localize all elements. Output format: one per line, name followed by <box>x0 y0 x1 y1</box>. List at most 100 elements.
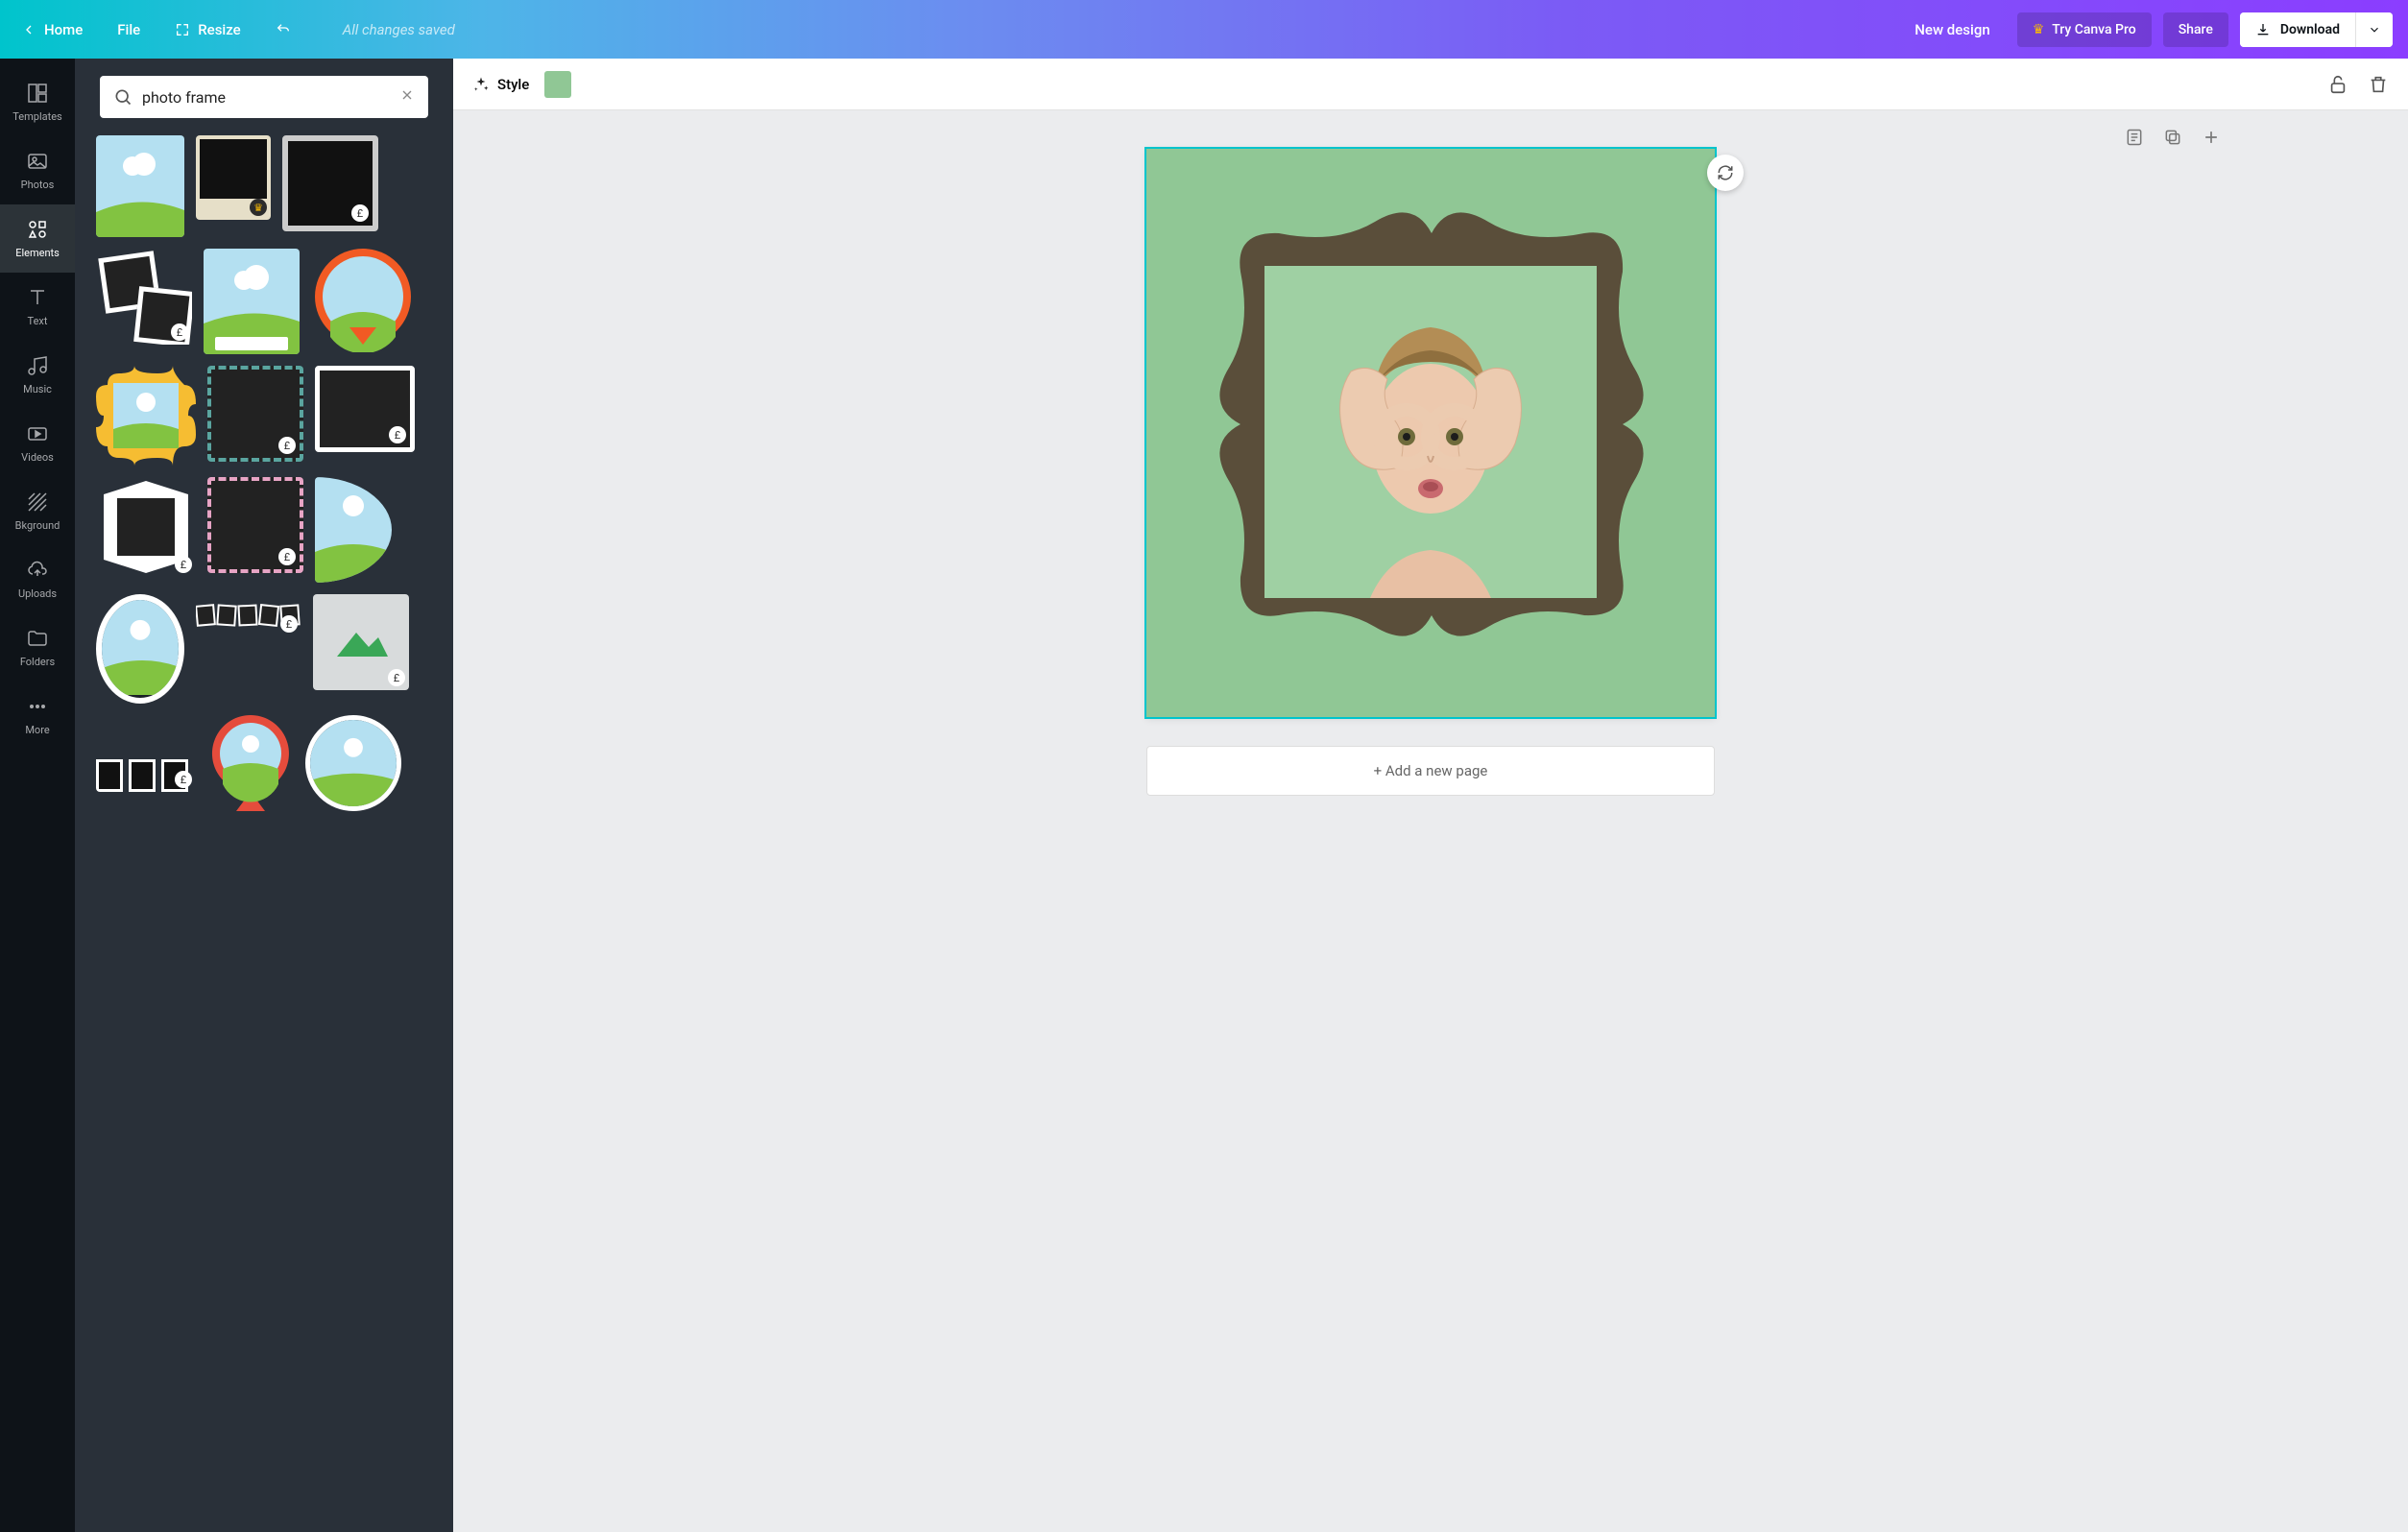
nav-elements[interactable]: Elements <box>0 204 75 273</box>
frame-polaroid[interactable]: ♛ <box>196 135 271 220</box>
price-badge: £ <box>351 204 369 222</box>
nav-templates[interactable]: Templates <box>0 68 75 136</box>
frame-tilted-polaroids[interactable]: £ <box>96 249 192 345</box>
frame-thick-border[interactable]: £ <box>282 135 378 231</box>
frame-thin-white-border[interactable]: £ <box>315 366 415 452</box>
bg-color-swatch[interactable] <box>544 71 571 98</box>
frame-caption-landscape[interactable] <box>204 249 300 354</box>
nav-label: Uploads <box>18 587 57 600</box>
clear-search-button[interactable] <box>399 87 415 108</box>
frame-oval-white[interactable] <box>96 594 184 704</box>
unlock-icon[interactable] <box>2327 74 2348 95</box>
elements-panel: ♛ £ £ £ £ £ £ <box>75 59 453 1532</box>
chevron-left-icon <box>21 22 36 37</box>
home-button[interactable]: Home <box>15 13 88 46</box>
frame-portrait-landscape[interactable] <box>96 135 184 237</box>
undo-icon <box>276 22 291 37</box>
share-button[interactable]: Share <box>2163 12 2228 47</box>
price-badge: £ <box>389 426 406 443</box>
download-label: Download <box>2280 22 2340 37</box>
nav-uploads[interactable]: Uploads <box>0 545 75 613</box>
frame-circle-tab[interactable] <box>305 715 401 811</box>
price-badge: £ <box>171 323 188 341</box>
header-right: New design ♛ Try Canva Pro Share Downloa… <box>1899 12 2393 48</box>
notes-icon[interactable] <box>2125 128 2144 147</box>
nav-rail: Templates Photos Elements Text Music Vid… <box>0 59 75 1532</box>
frame-white-geometric[interactable]: £ <box>96 477 196 577</box>
refresh-button[interactable] <box>1707 155 1744 191</box>
nav-label: Folders <box>20 656 55 668</box>
nav-label: Elements <box>15 247 60 259</box>
resize-icon <box>175 22 190 37</box>
add-page-label: + Add a new page <box>1374 762 1488 779</box>
nav-label: More <box>25 724 49 736</box>
trash-icon[interactable] <box>2368 74 2389 95</box>
style-label: Style <box>497 76 529 93</box>
save-status: All changes saved <box>343 21 455 38</box>
nav-music[interactable]: Music <box>0 341 75 409</box>
nav-label: Templates <box>12 110 61 123</box>
context-toolbar: Style <box>453 59 2408 110</box>
framed-photo[interactable] <box>1264 266 1597 598</box>
nav-folders[interactable]: Folders <box>0 613 75 682</box>
sparkle-icon <box>472 76 490 93</box>
new-design-button[interactable]: New design <box>1899 12 2005 48</box>
more-icon <box>26 695 49 718</box>
frame-circle-pointer-orange[interactable] <box>311 249 415 352</box>
frame-ornate-yellow[interactable] <box>96 366 196 466</box>
canvas-area: Style <box>453 59 2408 1532</box>
try-pro-button[interactable]: ♛ Try Canva Pro <box>2017 12 2152 47</box>
frame-map-pin-red[interactable] <box>207 715 294 815</box>
download-more-button[interactable] <box>2355 12 2393 47</box>
add-page-button[interactable]: + Add a new page <box>1146 746 1715 796</box>
nav-bkground[interactable]: Bkground <box>0 477 75 545</box>
search-wrap <box>75 59 453 130</box>
design-canvas[interactable] <box>1146 149 1715 717</box>
new-design-label: New design <box>1914 21 1989 38</box>
templates-icon <box>26 82 49 105</box>
nav-label: Text <box>28 315 48 327</box>
close-icon <box>399 87 415 103</box>
page-actions <box>2125 128 2221 147</box>
frame-hanging-picture[interactable]: £ <box>313 594 409 690</box>
frame-clothesline-polaroids[interactable]: £ <box>96 715 196 792</box>
file-label: File <box>117 21 140 38</box>
context-right <box>2327 74 2389 95</box>
nav-more[interactable]: More <box>0 682 75 750</box>
search-input[interactable] <box>142 88 390 107</box>
frame-polaroid-strip[interactable]: £ <box>196 594 301 636</box>
resize-button[interactable]: Resize <box>169 13 246 46</box>
crown-icon: ♛ <box>2033 22 2045 37</box>
nav-label: Bkground <box>15 519 60 532</box>
home-label: Home <box>44 21 83 38</box>
style-button[interactable]: Style <box>472 76 529 93</box>
nav-label: Photos <box>21 179 55 191</box>
file-menu[interactable]: File <box>111 13 146 46</box>
header-left: Home File Resize All changes saved <box>15 13 455 46</box>
nav-videos[interactable]: Videos <box>0 409 75 477</box>
nav-photos[interactable]: Photos <box>0 136 75 204</box>
price-badge: £ <box>278 437 296 454</box>
frame-half-circle[interactable] <box>315 477 392 583</box>
text-icon <box>26 286 49 309</box>
photos-icon <box>26 150 49 173</box>
frame-stamp-pink[interactable]: £ <box>207 477 303 573</box>
frame-stamp-teal[interactable]: £ <box>207 366 303 462</box>
nav-label: Music <box>23 383 52 395</box>
nav-text[interactable]: Text <box>0 273 75 341</box>
price-badge: £ <box>175 771 192 788</box>
resize-label: Resize <box>198 21 240 38</box>
add-page-icon[interactable] <box>2202 128 2221 147</box>
download-icon <box>2255 22 2271 37</box>
canvas-scroll[interactable]: + Add a new page <box>453 110 2408 1532</box>
top-header: Home File Resize All changes saved New d… <box>0 0 2408 59</box>
share-label: Share <box>2179 22 2213 37</box>
download-button[interactable]: Download <box>2240 12 2355 47</box>
price-badge: £ <box>388 669 405 686</box>
price-badge: £ <box>278 548 296 565</box>
undo-button[interactable] <box>270 14 297 45</box>
search-box <box>100 76 428 118</box>
duplicate-page-icon[interactable] <box>2163 128 2182 147</box>
chevron-down-icon <box>2368 23 2381 36</box>
bkground-icon <box>26 491 49 514</box>
